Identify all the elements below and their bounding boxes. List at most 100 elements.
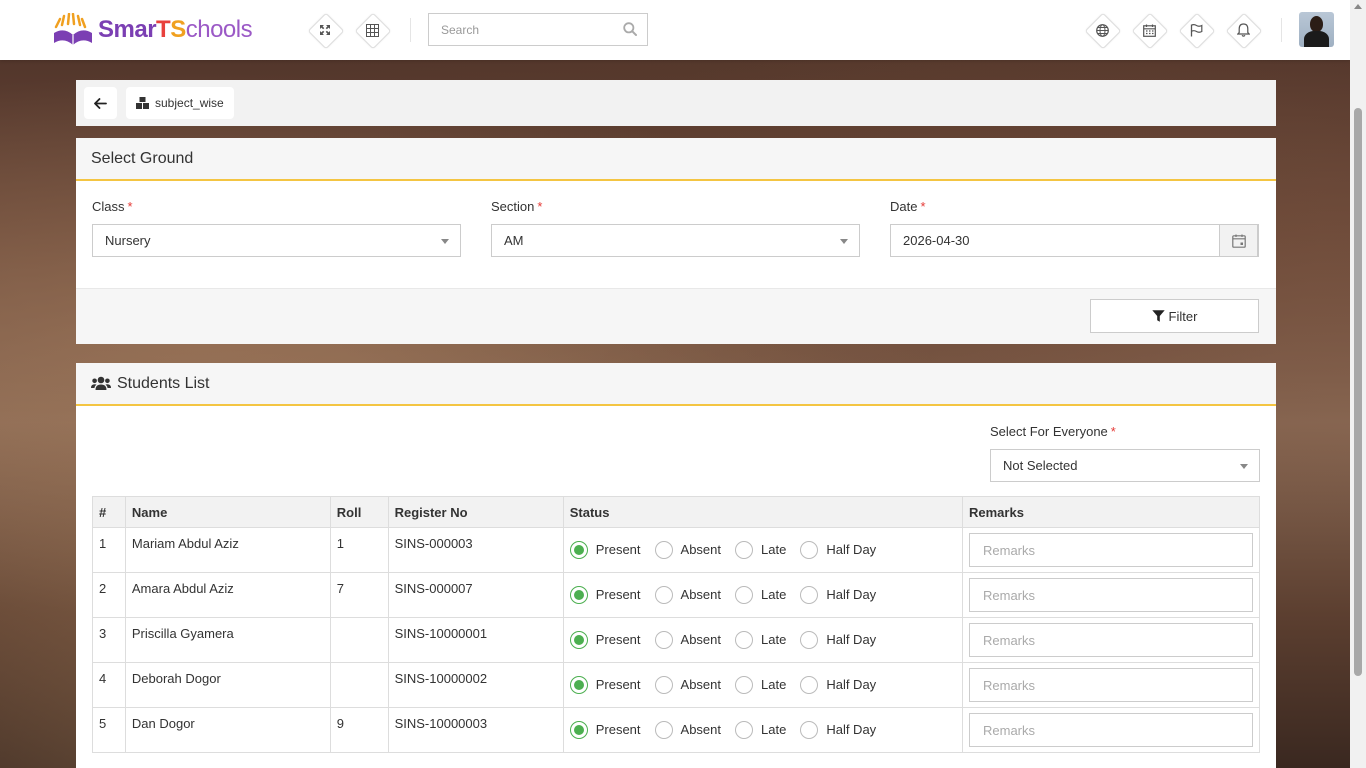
class-select[interactable]: Nursery bbox=[92, 224, 461, 257]
radio-circle[interactable] bbox=[569, 540, 588, 559]
status-radio-late[interactable]: Late bbox=[735, 675, 786, 694]
radio-circle[interactable] bbox=[654, 540, 673, 559]
scroll-up-icon[interactable] bbox=[1354, 4, 1362, 9]
brand-part-1: Smar bbox=[98, 16, 157, 43]
language-button[interactable] bbox=[1084, 12, 1120, 48]
status-radio-group: Present Absent Late Half Day bbox=[569, 618, 956, 661]
select-everyone-dropdown[interactable]: Not Selected bbox=[990, 449, 1260, 482]
radio-label: Half Day bbox=[826, 677, 877, 692]
chevron-down-icon bbox=[441, 239, 449, 244]
radio-circle[interactable] bbox=[800, 675, 819, 694]
students-table: # Name Roll Register No Status Remarks 1… bbox=[92, 496, 1260, 753]
status-radio-late[interactable]: Late bbox=[735, 585, 786, 604]
apps-grid-button[interactable] bbox=[354, 12, 390, 48]
breadcrumb-label: subject_wise bbox=[155, 96, 224, 110]
status-radio-absent[interactable]: Absent bbox=[654, 720, 722, 739]
status-radio-present[interactable]: Present bbox=[569, 675, 641, 694]
remarks-input[interactable] bbox=[969, 533, 1253, 567]
status-radio-absent[interactable]: Absent bbox=[654, 585, 722, 604]
status-cell: Present Absent Late Half Day bbox=[562, 617, 964, 663]
radio-circle[interactable] bbox=[569, 630, 588, 649]
radio-circle[interactable] bbox=[800, 630, 819, 649]
search-icon[interactable] bbox=[623, 22, 637, 36]
back-button[interactable] bbox=[84, 87, 117, 119]
status-radio-late[interactable]: Late bbox=[735, 720, 786, 739]
date-input[interactable]: 2026-04-30 bbox=[890, 224, 1259, 257]
flag-button[interactable] bbox=[1178, 12, 1214, 48]
table-row: 5 Dan Dogor 9 SINS-10000003 Present Absen… bbox=[92, 707, 1260, 753]
chevron-down-icon bbox=[1240, 464, 1248, 469]
radio-circle[interactable] bbox=[654, 630, 673, 649]
radio-label: Absent bbox=[680, 722, 722, 737]
radio-label: Late bbox=[761, 632, 787, 647]
status-radio-present[interactable]: Present bbox=[569, 720, 641, 739]
radio-circle[interactable] bbox=[569, 585, 588, 604]
status-radio-present[interactable]: Present bbox=[569, 585, 641, 604]
section-select[interactable]: AM bbox=[491, 224, 860, 257]
row-number: 4 bbox=[92, 662, 126, 708]
remarks-cell bbox=[962, 707, 1260, 753]
status-radio-half-day[interactable]: Half Day bbox=[800, 585, 876, 604]
radio-circle[interactable] bbox=[735, 630, 754, 649]
calendar-button[interactable] bbox=[1131, 12, 1167, 48]
row-number: 2 bbox=[92, 572, 126, 618]
student-name: Mariam Abdul Aziz bbox=[124, 527, 331, 573]
date-picker-button[interactable] bbox=[1219, 224, 1258, 257]
remarks-input[interactable] bbox=[969, 578, 1253, 612]
filter-button[interactable]: Filter bbox=[1090, 299, 1259, 333]
search-input[interactable] bbox=[429, 14, 609, 45]
status-radio-group: Present Absent Late Half Day bbox=[569, 708, 956, 751]
remarks-input[interactable] bbox=[969, 623, 1253, 657]
nav-divider bbox=[410, 18, 411, 42]
row-number: 1 bbox=[92, 527, 126, 573]
status-cell: Present Absent Late Half Day bbox=[562, 527, 964, 573]
radio-circle[interactable] bbox=[735, 675, 754, 694]
select-ground-panel: Select Ground Class * Nursery Section * AM… bbox=[76, 138, 1276, 344]
status-radio-late[interactable]: Late bbox=[735, 540, 786, 559]
scrollbar-thumb[interactable] bbox=[1354, 108, 1362, 676]
radio-circle[interactable] bbox=[800, 720, 819, 739]
remarks-input[interactable] bbox=[969, 713, 1253, 747]
radio-circle[interactable] bbox=[800, 585, 819, 604]
status-radio-absent[interactable]: Absent bbox=[654, 630, 721, 649]
section-label: Section * bbox=[491, 199, 543, 214]
table-row: 3 Priscilla Gyamera SINS-10000001 Presen… bbox=[92, 617, 1260, 663]
status-radio-late[interactable]: Late bbox=[735, 630, 787, 649]
radio-circle[interactable] bbox=[654, 585, 673, 604]
brand-logo[interactable]: SmarTSchools bbox=[52, 12, 253, 48]
search-box bbox=[428, 13, 648, 46]
students-list-title: Students List bbox=[117, 374, 210, 392]
radio-circle[interactable] bbox=[654, 675, 673, 694]
notifications-button[interactable] bbox=[1225, 12, 1261, 48]
radio-circle[interactable] bbox=[735, 585, 754, 604]
select-ground-header: Select Ground bbox=[76, 138, 1276, 181]
page-scrollbar[interactable] bbox=[1350, 0, 1366, 768]
book-logo-icon bbox=[52, 12, 98, 47]
student-roll: 9 bbox=[329, 707, 389, 753]
remarks-input[interactable] bbox=[969, 668, 1253, 702]
status-radio-absent[interactable]: Absent bbox=[654, 540, 721, 559]
radio-label: Present bbox=[595, 677, 641, 692]
radio-circle[interactable] bbox=[569, 675, 588, 694]
calendar-icon bbox=[1142, 24, 1156, 37]
arrow-left-icon bbox=[94, 97, 107, 109]
radio-label: Absent bbox=[680, 587, 722, 602]
radio-label: Present bbox=[595, 587, 641, 602]
student-name: Amara Abdul Aziz bbox=[124, 572, 331, 618]
radio-circle[interactable] bbox=[735, 720, 754, 739]
status-radio-absent[interactable]: Absent bbox=[654, 675, 721, 694]
radio-circle[interactable] bbox=[654, 720, 673, 739]
fullscreen-button[interactable] bbox=[307, 12, 343, 48]
col-remarks: Remarks bbox=[962, 496, 1260, 528]
user-avatar[interactable] bbox=[1299, 12, 1334, 47]
radio-circle[interactable] bbox=[569, 720, 588, 739]
status-radio-half-day[interactable]: Half Day bbox=[800, 630, 876, 649]
status-radio-half-day[interactable]: Half Day bbox=[800, 540, 876, 559]
status-radio-half-day[interactable]: Half Day bbox=[800, 675, 877, 694]
status-radio-half-day[interactable]: Half Day bbox=[800, 720, 876, 739]
status-radio-present[interactable]: Present bbox=[569, 630, 641, 649]
radio-circle[interactable] bbox=[800, 540, 819, 559]
radio-label: Present bbox=[595, 632, 641, 647]
radio-circle[interactable] bbox=[735, 540, 754, 559]
status-radio-present[interactable]: Present bbox=[569, 540, 641, 559]
